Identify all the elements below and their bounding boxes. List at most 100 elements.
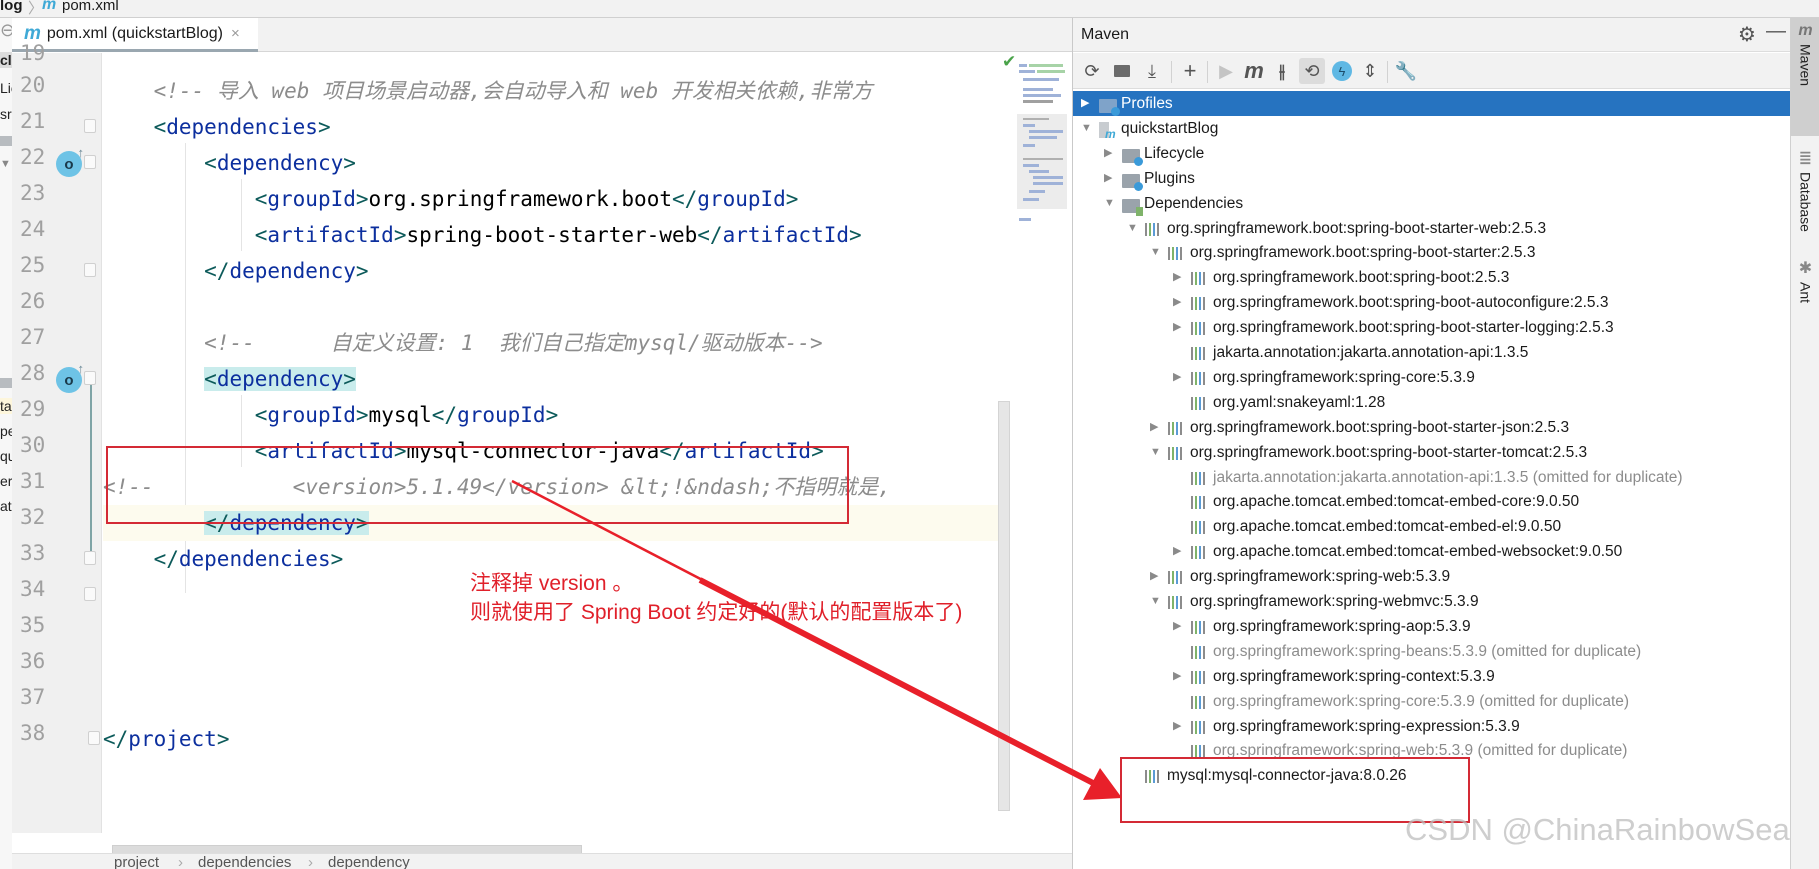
maven-tree-row[interactable]: org.yaml:snakeyaml:1.28 [1073, 390, 1791, 415]
maven-tree-row[interactable]: ▶ org.springframework:spring-web:5.3.9 [1073, 564, 1791, 589]
expand-arrow-icon[interactable]: ▶ [1173, 265, 1181, 290]
tool-tab-ant[interactable]: ✱ Ant [1791, 254, 1819, 324]
minimize-icon[interactable]: — [1766, 20, 1786, 43]
collapse-arrow-icon[interactable]: ▼ [1081, 116, 1092, 141]
project-tree-item[interactable]: cl [0, 52, 12, 68]
maven-tree-row[interactable]: ▶ org.springframework:spring-core:5.3.9 [1073, 365, 1791, 390]
breadcrumb-project[interactable]: log [0, 0, 23, 14]
close-tab-icon[interactable]: × [231, 25, 240, 42]
expand-arrow-icon[interactable]: ▶ [1081, 91, 1089, 116]
show-dependencies-icon[interactable]: ϟ [1329, 58, 1355, 84]
collapse-arrow-icon[interactable]: ▼ [1127, 216, 1138, 241]
code-area[interactable]: <!-- 导入 web 项目场景启动器,会自动导入和 web 开发相关依赖,非常… [103, 53, 1003, 833]
fold-icon[interactable] [84, 155, 96, 169]
collapse-arrow-icon[interactable]: ▼ [1150, 240, 1161, 265]
maven-tree-row[interactable]: ▶ Lifecycle [1073, 141, 1791, 166]
breadcrumb-file[interactable]: pom.xml [62, 0, 119, 14]
expand-arrow-icon[interactable]: ▶ [1173, 365, 1181, 390]
maven-tree-row[interactable]: ▶ org.springframework.boot:spring-boot-st… [1073, 315, 1791, 340]
maven-tree-row[interactable]: ▶ org.springframework:spring-aop:5.3.9 [1073, 614, 1791, 639]
fold-icon[interactable] [84, 119, 96, 133]
fold-icon[interactable] [84, 551, 96, 565]
toggle-offline-mode-icon[interactable]: ⫲ [1269, 58, 1295, 84]
fold-icon[interactable] [84, 371, 96, 385]
maven-tree-row[interactable]: ▼ org.springframework.boot:spring-boot-st… [1073, 216, 1791, 241]
expand-arrow-icon[interactable]: ▶ [1173, 539, 1181, 564]
maven-tree-row[interactable]: ▼ org.springframework:spring-webmvc:5.3.9 [1073, 589, 1791, 614]
maven-tree-row[interactable]: ▶ org.springframework.boot:spring-boot-st… [1073, 415, 1791, 440]
library-icon [1191, 669, 1209, 684]
tool-tab-database[interactable]: ≣ Database [1791, 144, 1819, 244]
editor-tab-bar: m pom.xml (quickstartBlog) × [12, 18, 1072, 52]
maven-tree-row[interactable]: ▶ org.apache.tomcat.embed:tomcat-embed-we… [1073, 539, 1791, 564]
toggle-skip-tests-icon[interactable]: ⟲ [1299, 58, 1325, 84]
expand-arrow-icon[interactable]: ▶ [1104, 141, 1112, 166]
expand-arrow-icon[interactable]: ▶ [1150, 415, 1158, 440]
maven-tree-row[interactable]: jakarta.annotation:jakarta.annotation-ap… [1073, 340, 1791, 365]
maven-tree-row[interactable]: ▶ Profiles [1073, 91, 1791, 116]
code-line-29: <groupId>mysql</groupId> [254, 403, 559, 427]
maven-tree-row[interactable]: org.apache.tomcat.embed:tomcat-embed-cor… [1073, 489, 1791, 514]
project-tree-item[interactable]: er [0, 473, 12, 489]
inspection-ok-icon[interactable]: ✔ [1002, 52, 1016, 72]
generate-sources-icon[interactable] [1109, 58, 1135, 84]
maven-tree-row[interactable]: ▶ org.springframework:spring-context:5.3.… [1073, 664, 1791, 689]
collapse-arrow-icon[interactable]: ▼ [1104, 191, 1115, 216]
maven-tree-row[interactable]: ▼ org.springframework.boot:spring-boot-st… [1073, 240, 1791, 265]
reload-all-projects-icon[interactable]: ⟳ [1079, 58, 1105, 84]
breadcrumb-item[interactable]: dependencies [198, 854, 291, 869]
expand-arrow-icon[interactable]: ▶ [1173, 614, 1181, 639]
maven-tree-row[interactable]: ▶ org.springframework.boot:spring-boot:2.… [1073, 265, 1791, 290]
wrench-icon[interactable]: 🔧 [1393, 58, 1419, 84]
vcs-change-marker[interactable] [90, 379, 92, 559]
project-tree-item[interactable]: at [0, 498, 12, 514]
maven-tree-label: org.springframework:spring-expression:5.… [1213, 717, 1520, 735]
tool-tab-maven[interactable]: m Maven [1791, 18, 1819, 136]
maven-tree-row[interactable]: ▼ org.springframework.boot:spring-boot-st… [1073, 440, 1791, 465]
library-icon [1191, 619, 1209, 634]
fold-icon[interactable] [88, 731, 100, 745]
expand-arrow-icon[interactable]: ▶ [1173, 714, 1181, 739]
line-number: 23 [20, 181, 46, 205]
fold-icon[interactable] [84, 587, 96, 601]
gear-icon[interactable]: ⚙ [1738, 22, 1756, 47]
expand-arrow-icon[interactable]: ▶ [1173, 290, 1181, 315]
expand-arrow-icon[interactable]: ▶ [1150, 564, 1158, 589]
library-icon [1168, 569, 1186, 585]
add-maven-project-icon[interactable]: + [1177, 58, 1203, 84]
project-tree-item[interactable]: Lic [0, 80, 12, 96]
project-tree-item[interactable]: sr [0, 106, 12, 122]
tree-toggle-icon[interactable]: ▼ [0, 158, 11, 170]
maven-tree-row[interactable]: org.apache.tomcat.embed:tomcat-embed-el:… [1073, 514, 1791, 539]
maven-tree-row[interactable]: jakarta.annotation:jakarta.annotation-ap… [1073, 465, 1791, 490]
maven-tree-row[interactable]: org.springframework:spring-core:5.3.9 (o… [1073, 689, 1791, 714]
fold-icon[interactable] [84, 263, 96, 277]
project-tree-item[interactable]: qu [0, 448, 12, 464]
breadcrumb-item[interactable]: project [114, 854, 159, 869]
maven-tree-row[interactable]: ▶ org.springframework:spring-expression:5… [1073, 714, 1791, 739]
overrides-parent-icon[interactable]: o ↑ [56, 145, 84, 177]
expand-arrow-icon[interactable]: ▶ [1104, 166, 1112, 191]
maven-tree-row[interactable]: org.springframework:spring-beans:5.3.9 (… [1073, 639, 1791, 664]
expand-arrow-icon[interactable]: ▶ [1173, 315, 1181, 340]
collapse-arrow-icon[interactable]: ▼ [1150, 440, 1161, 465]
back-icon[interactable]: ⊖ [0, 20, 12, 41]
collapse-arrow-icon[interactable]: ▼ [1150, 589, 1161, 614]
download-sources-icon[interactable]: ⤓ [1139, 58, 1165, 84]
run-maven-build-icon[interactable]: ▶ [1213, 58, 1239, 84]
code-minimap[interactable] [1017, 58, 1067, 228]
collapse-all-icon[interactable]: ⇕ [1357, 58, 1383, 84]
maven-tree-row[interactable]: ▼ Dependencies [1073, 191, 1791, 216]
vertical-scrollbar[interactable] [998, 401, 1010, 811]
maven-project-tree[interactable]: ▶ Profiles ▼ m quickstartBlog ▶ Lifecycle ▶ Plug… [1073, 91, 1791, 869]
maven-tree-row[interactable]: ▼ m quickstartBlog [1073, 116, 1791, 141]
maven-tree-row[interactable]: ▶ Plugins [1073, 166, 1791, 191]
expand-arrow-icon[interactable]: ▶ [1173, 664, 1181, 689]
execute-maven-goal-icon[interactable]: m [1241, 58, 1267, 84]
maven-tree-row[interactable]: ▶ org.springframework.boot:spring-boot-au… [1073, 290, 1791, 315]
breadcrumb-item[interactable]: dependency [328, 854, 410, 869]
library-icon [1191, 345, 1209, 360]
project-tree-item[interactable]: ta [0, 398, 12, 414]
overrides-parent-icon[interactable]: o ↑ [56, 361, 84, 393]
project-tree-item[interactable]: pe [0, 423, 12, 439]
